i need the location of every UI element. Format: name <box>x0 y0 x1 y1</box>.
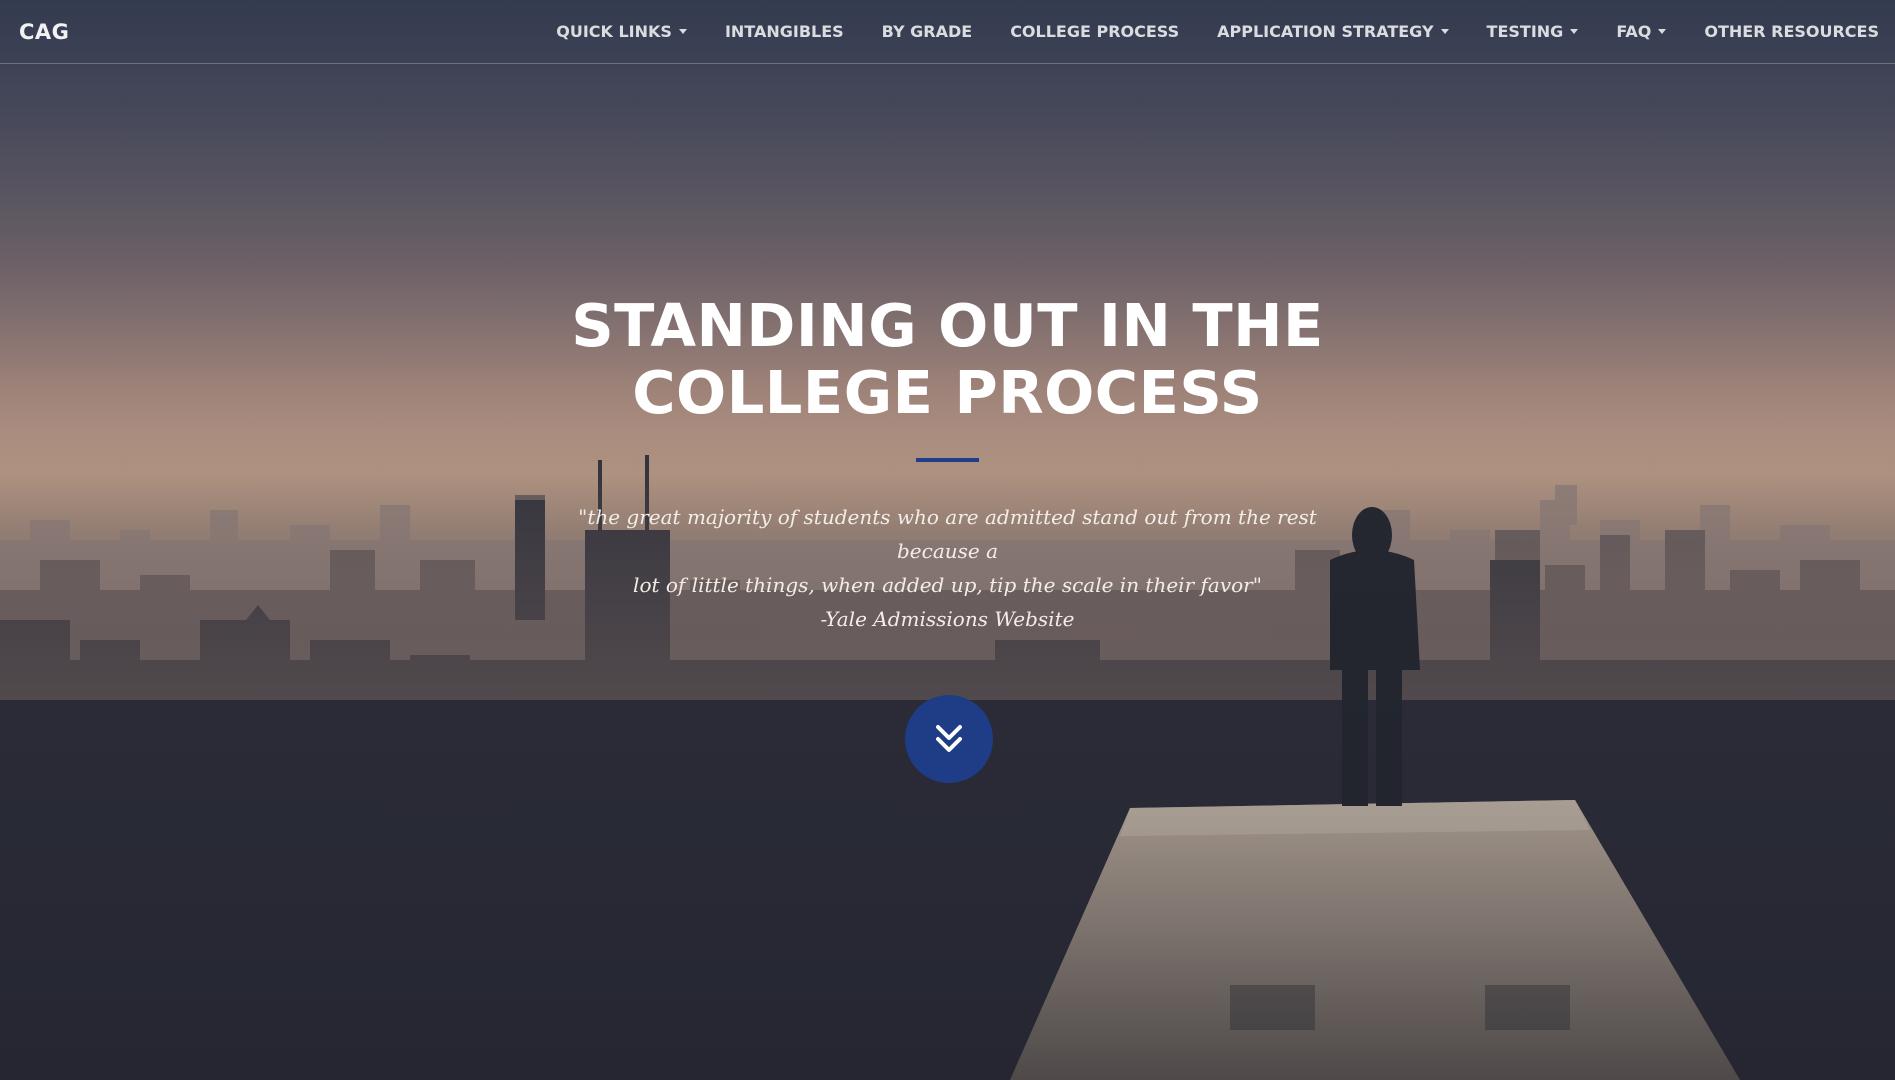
nav-item-college-process[interactable]: COLLEGE PROCESS <box>991 22 1198 41</box>
caret-down-icon <box>1658 29 1667 34</box>
nav-item-other-resources[interactable]: OTHER RESOURCES <box>1685 22 1879 41</box>
caret-down-icon <box>678 29 687 34</box>
quote-line: "the great majority of students who are … <box>578 505 1317 563</box>
top-navbar: CAG QUICK LINKS INTANGIBLES BY GRADE COL… <box>0 0 1895 64</box>
nav-item-label: COLLEGE PROCESS <box>1010 22 1180 41</box>
page-title: STANDING OUT IN THE COLLEGE PROCESS <box>571 291 1324 427</box>
title-divider <box>916 458 979 462</box>
hero-header: STANDING OUT IN THE COLLEGE PROCESS "the… <box>0 292 1895 636</box>
double-chevron-down-icon <box>936 725 962 752</box>
brand-logo[interactable]: CAG <box>19 20 69 44</box>
nav-item-label: QUICK LINKS <box>556 22 672 41</box>
nav-item-label: INTANGIBLES <box>724 22 844 41</box>
scroll-down-button[interactable] <box>905 695 993 783</box>
quote-line: lot of little things, when added up, tip… <box>633 573 1262 597</box>
quote-attribution: -Yale Admissions Website <box>820 607 1075 631</box>
nav-item-label: BY GRADE <box>881 22 973 41</box>
caret-down-icon <box>1440 29 1449 34</box>
nav-menu: QUICK LINKS INTANGIBLES BY GRADE COLLEGE… <box>537 22 1879 41</box>
nav-item-label: APPLICATION STRATEGY <box>1217 22 1434 41</box>
nav-item-label: TESTING <box>1486 22 1564 41</box>
nav-item-by-grade[interactable]: BY GRADE <box>863 22 992 41</box>
nav-item-label: FAQ <box>1616 22 1652 41</box>
nav-item-label: OTHER RESOURCES <box>1704 22 1879 41</box>
nav-item-quick-links[interactable]: QUICK LINKS <box>537 22 706 41</box>
nav-item-application-strategy[interactable]: APPLICATION STRATEGY <box>1198 22 1467 41</box>
nav-item-faq[interactable]: FAQ <box>1597 22 1685 41</box>
nav-item-testing[interactable]: TESTING <box>1468 22 1598 41</box>
hero-quote: "the great majority of students who are … <box>568 500 1328 636</box>
nav-item-intangibles[interactable]: INTANGIBLES <box>706 22 863 41</box>
caret-down-icon <box>1570 29 1579 34</box>
